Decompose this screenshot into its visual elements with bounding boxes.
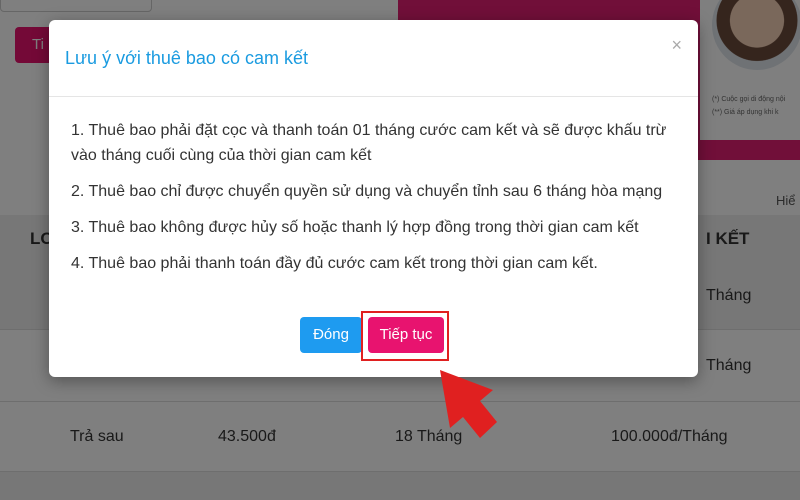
modal-body: 1. Thuê bao phải đặt cọc và thanh toán 0… xyxy=(71,118,683,287)
rule-item: 3. Thuê bao không được hủy số hoặc thanh… xyxy=(71,219,639,236)
modal-title: Lưu ý với thuê bao có cam kết xyxy=(65,48,308,68)
rule-item: 1. Thuê bao phải đặt cọc và thanh toán 0… xyxy=(71,122,667,164)
pointer-arrow-shape xyxy=(440,370,497,438)
close-icon[interactable]: × xyxy=(671,36,682,54)
rule-item: 4. Thuê bao phải thanh toán đầy đủ cước … xyxy=(71,255,598,272)
close-button[interactable]: Đóng xyxy=(300,317,362,353)
modal-header: Lưu ý với thuê bao có cam kết × xyxy=(49,20,698,97)
rule-item: 2. Thuê bao chỉ được chuyển quyền sử dụn… xyxy=(71,183,663,200)
highlight-box xyxy=(361,311,449,361)
pointer-arrow-icon xyxy=(440,370,497,438)
